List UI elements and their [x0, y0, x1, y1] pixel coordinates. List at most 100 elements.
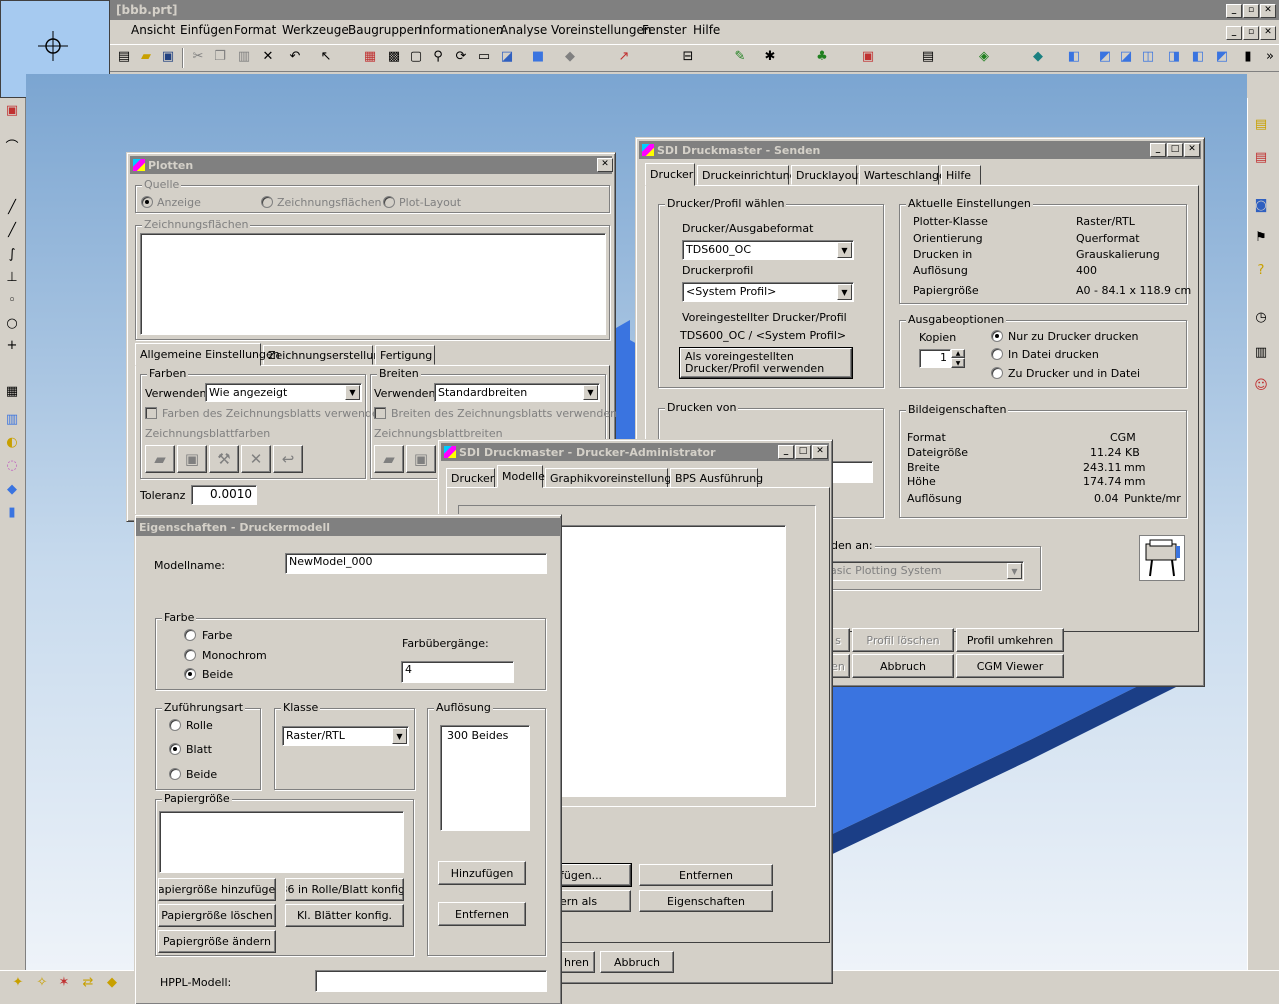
- cut-icon[interactable]: ✂: [190, 49, 206, 65]
- admin-abbruch-button[interactable]: Abbruch: [600, 951, 674, 973]
- quelle-anzeige-radio[interactable]: [141, 196, 153, 208]
- tab-druckeinrichtung[interactable]: Druckeinrichtung: [697, 165, 797, 185]
- shell-tool-icon[interactable]: ▮: [4, 505, 20, 521]
- circle2-tool-icon[interactable]: ○: [4, 316, 20, 332]
- solid7-icon[interactable]: ◩: [1214, 49, 1230, 65]
- farbe-monochrom-radio[interactable]: [184, 649, 196, 661]
- zoom-icon[interactable]: ⚲: [430, 49, 446, 65]
- solid1-icon[interactable]: ◧: [1066, 49, 1082, 65]
- breiten-verwenden-select[interactable]: Standardbreiten ▼: [434, 383, 600, 402]
- spin-up-icon[interactable]: ▲: [951, 349, 965, 358]
- tree-icon[interactable]: ♣: [814, 49, 830, 65]
- snap-icon[interactable]: ↗: [616, 49, 632, 65]
- farben-edit-button[interactable]: ⚒: [209, 445, 239, 473]
- drucken-von-input[interactable]: [831, 461, 873, 483]
- tab-modelle[interactable]: Modelle: [497, 465, 545, 488]
- farbe-beide-radio[interactable]: [184, 668, 196, 680]
- line-tool-icon[interactable]: ╱: [4, 200, 20, 216]
- menu-hilfe[interactable]: Hilfe: [693, 23, 720, 37]
- farbuebergaenge-input[interactable]: 4: [401, 661, 514, 683]
- flag-icon[interactable]: ⚑: [1253, 230, 1269, 246]
- quelle-zeichnungsflaechen-radio[interactable]: [261, 196, 273, 208]
- zufuehrung-rolle-radio[interactable]: [169, 719, 181, 731]
- druckerprofil-select[interactable]: <System Profil> ▼: [682, 282, 854, 302]
- papier-hinzufuegen-button[interactable]: Papiergröße hinzufügen: [158, 878, 276, 901]
- fit-icon[interactable]: ▦: [362, 49, 378, 65]
- arc-tool-icon[interactable]: ⌒: [4, 140, 20, 156]
- bottom-tool4-icon[interactable]: ⇄: [80, 975, 96, 991]
- ausgabeformat-select[interactable]: TDS600_OC ▼: [682, 240, 854, 260]
- menu-voreinstellungen[interactable]: Voreinstellungen: [551, 23, 651, 37]
- tab-drucker[interactable]: Drucker: [645, 163, 695, 186]
- tab-allgemeine-einstellungen[interactable]: Allgemeine Einstellungen: [135, 343, 280, 366]
- layer-tree-icon[interactable]: ▤: [1253, 150, 1269, 166]
- farbe-farbe-radio[interactable]: [184, 629, 196, 641]
- solid-tool-icon[interactable]: ◆: [4, 482, 20, 498]
- rolle-blatt-konfig-button[interactable]: 36 in Rolle/Blatt konfig.: [285, 878, 404, 901]
- new-icon[interactable]: ▤: [116, 49, 132, 65]
- close-icon[interactable]: ✕: [1260, 4, 1276, 18]
- point-tool-icon[interactable]: ⊥: [4, 270, 20, 286]
- menu-baugruppen[interactable]: Baugruppen: [348, 23, 422, 37]
- part-icon[interactable]: ◆: [1030, 49, 1046, 65]
- senden-an-select[interactable]: asic Plotting System ▼: [826, 561, 1024, 581]
- tab-graphikvoreinstellungen[interactable]: Graphikvoreinstellungen: [545, 468, 685, 488]
- papier-loeschen-button[interactable]: Papiergröße löschen: [158, 904, 276, 927]
- aufloesung-item[interactable]: 300 Beides: [444, 727, 526, 744]
- senden-minimize-icon[interactable]: _: [1150, 143, 1166, 157]
- kopien-input[interactable]: 1: [919, 349, 951, 368]
- profil-umkehren-button[interactable]: Profil umkehren: [956, 628, 1064, 652]
- quelle-plotlayout-radio[interactable]: [383, 196, 395, 208]
- farben-save-button[interactable]: ▣: [177, 445, 207, 473]
- model-tree-icon[interactable]: ▤: [1253, 117, 1269, 133]
- scroll-icon[interactable]: ▮: [1240, 49, 1256, 65]
- tab-drucker-admin[interactable]: Drucker: [446, 468, 495, 488]
- users-icon[interactable]: ☺: [1253, 378, 1269, 394]
- regen-icon[interactable]: ✱: [762, 49, 778, 65]
- doc-minimize-icon[interactable]: _: [1226, 26, 1242, 40]
- papier-list[interactable]: [159, 811, 404, 873]
- curve-tool-icon[interactable]: ∫: [4, 247, 20, 263]
- modellname-input[interactable]: NewModel_000: [285, 553, 547, 574]
- zufuehrung-blatt-radio[interactable]: [169, 743, 181, 755]
- select-icon[interactable]: ↖: [318, 49, 334, 65]
- book-icon[interactable]: ▥: [1253, 345, 1269, 361]
- solid4-icon[interactable]: ◫: [1140, 49, 1156, 65]
- tab-bps-ausfuehrung[interactable]: BPS Ausführung: [670, 468, 763, 488]
- breiten-chk[interactable]: [374, 407, 386, 419]
- doc-restore-icon[interactable]: ▫: [1243, 26, 1259, 40]
- breiten-save-button[interactable]: ▣: [406, 445, 436, 473]
- browser-icon[interactable]: ◙: [1253, 198, 1269, 214]
- cgm-viewer-button[interactable]: CGM Viewer: [956, 654, 1064, 678]
- breiten-open-button[interactable]: ▰: [374, 445, 404, 473]
- nur-drucker-radio[interactable]: [991, 330, 1003, 342]
- kopien-spinner[interactable]: ▲ ▼: [951, 349, 965, 368]
- restore-icon[interactable]: ▫: [1243, 4, 1259, 18]
- bottom-tool5-icon[interactable]: ◆: [104, 975, 120, 991]
- sketch-icon[interactable]: ✎: [732, 49, 748, 65]
- paste-icon[interactable]: ▥: [236, 49, 252, 65]
- farben-verwenden-select[interactable]: Wie angezeigt ▼: [205, 383, 362, 402]
- sweep-tool-icon[interactable]: ◌: [4, 458, 20, 474]
- view-icon[interactable]: ◪: [499, 49, 515, 65]
- undo-icon[interactable]: ↶: [287, 49, 303, 65]
- modell-entfernen-button[interactable]: Entfernen: [438, 902, 526, 926]
- tab-fertigung[interactable]: Fertigung: [375, 345, 435, 365]
- more-icon[interactable]: »: [1262, 49, 1278, 65]
- farben-reset-button[interactable]: ↩: [273, 445, 303, 473]
- save-icon[interactable]: ▣: [160, 49, 176, 65]
- extrude-tool-icon[interactable]: ▥: [4, 412, 20, 428]
- drawing-icon[interactable]: ▣: [860, 49, 876, 65]
- tab-hilfe[interactable]: Hilfe: [941, 165, 981, 185]
- cross-tool-icon[interactable]: +: [4, 338, 20, 354]
- admin-entfernen-button[interactable]: Entfernen: [639, 864, 773, 886]
- senden-abbruch-button[interactable]: Abbruch: [852, 654, 954, 678]
- farben-delete-button[interactable]: ✕: [241, 445, 271, 473]
- pan-icon[interactable]: ▭: [476, 49, 492, 65]
- senden-maximize-icon[interactable]: □: [1167, 143, 1183, 157]
- modell-hinzufuegen-button[interactable]: Hinzufügen: [438, 861, 526, 885]
- solid6-icon[interactable]: ◧: [1190, 49, 1206, 65]
- zoom-window-icon[interactable]: ▩: [386, 49, 402, 65]
- als-voreingestellt-button[interactable]: Als voreingestellten Drucker/Profil verw…: [679, 347, 853, 379]
- menu-analyse[interactable]: Analyse: [500, 23, 547, 37]
